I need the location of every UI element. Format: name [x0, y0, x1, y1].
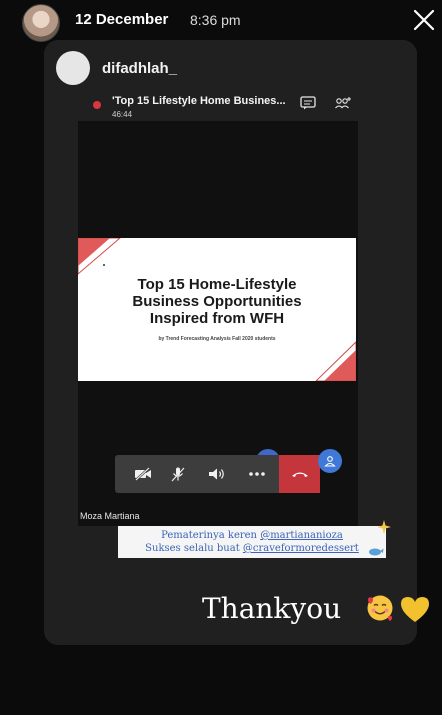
more-options-button[interactable] — [239, 455, 275, 493]
meeting-title: 'Top 15 Lifestyle Home Busines... — [112, 95, 286, 107]
presentation-slide: Top 15 Home-Lifestyle Business Opportuni… — [78, 238, 356, 381]
caption-line: Sukses selalu buat @craveformoredessert — [118, 542, 386, 555]
profile-button[interactable] — [318, 449, 342, 473]
avatar[interactable] — [22, 4, 60, 42]
slide-title: Top 15 Home-Lifestyle Business Opportuni… — [78, 276, 356, 327]
profile-icon — [324, 456, 336, 467]
yellow-heart-icon — [401, 597, 429, 622]
story-date: 12 December — [75, 11, 169, 28]
speaker-icon — [209, 468, 224, 480]
mention-link[interactable]: @craveformoredessert — [243, 543, 359, 554]
participant-name: Moza Martiana — [80, 511, 140, 521]
camera-toggle-button[interactable] — [125, 455, 161, 493]
mic-toggle-button[interactable] — [160, 455, 196, 493]
meeting-duration: 46:44 — [112, 110, 133, 119]
story-header: 12 December 8:36 pm — [0, 0, 442, 44]
people-icon[interactable] — [334, 96, 352, 112]
mic-off-icon — [171, 467, 185, 482]
smiling-face-with-hearts-icon — [367, 595, 393, 621]
slide-subtitle: by Trend Forecasting Analysis Fall 2020 … — [158, 336, 276, 342]
end-call-icon — [291, 472, 308, 477]
close-icon[interactable] — [410, 6, 438, 34]
caption-text: Sukses selalu buat — [145, 543, 243, 554]
recording-indicator — [93, 101, 101, 109]
mention-link[interactable]: @martiananioza — [260, 530, 343, 541]
whale-icon — [369, 548, 384, 556]
poster-avatar[interactable] — [56, 51, 90, 85]
caption-line: Pematerinya keren @martiananioza — [118, 529, 386, 542]
camera-off-icon — [135, 467, 151, 481]
sparkle-icon — [377, 520, 391, 534]
poster-username[interactable]: difadhlah_ — [102, 60, 177, 77]
end-call-button[interactable] — [279, 455, 320, 493]
thankyou-text: Thankyou — [202, 592, 342, 625]
story-time: 8:36 pm — [190, 12, 241, 28]
more-icon — [249, 472, 265, 476]
caption-sticker: Pematerinya keren @martiananioza Sukses … — [118, 526, 386, 558]
caption-text: Pematerinya keren — [161, 530, 261, 541]
slide-title-line: Business Opportunities — [132, 293, 302, 310]
chat-icon[interactable] — [300, 96, 316, 110]
slide-title-line: Inspired from WFH — [149, 310, 285, 327]
speaker-button[interactable] — [199, 455, 235, 493]
slide-title-line: Top 15 Home-Lifestyle — [137, 276, 297, 293]
